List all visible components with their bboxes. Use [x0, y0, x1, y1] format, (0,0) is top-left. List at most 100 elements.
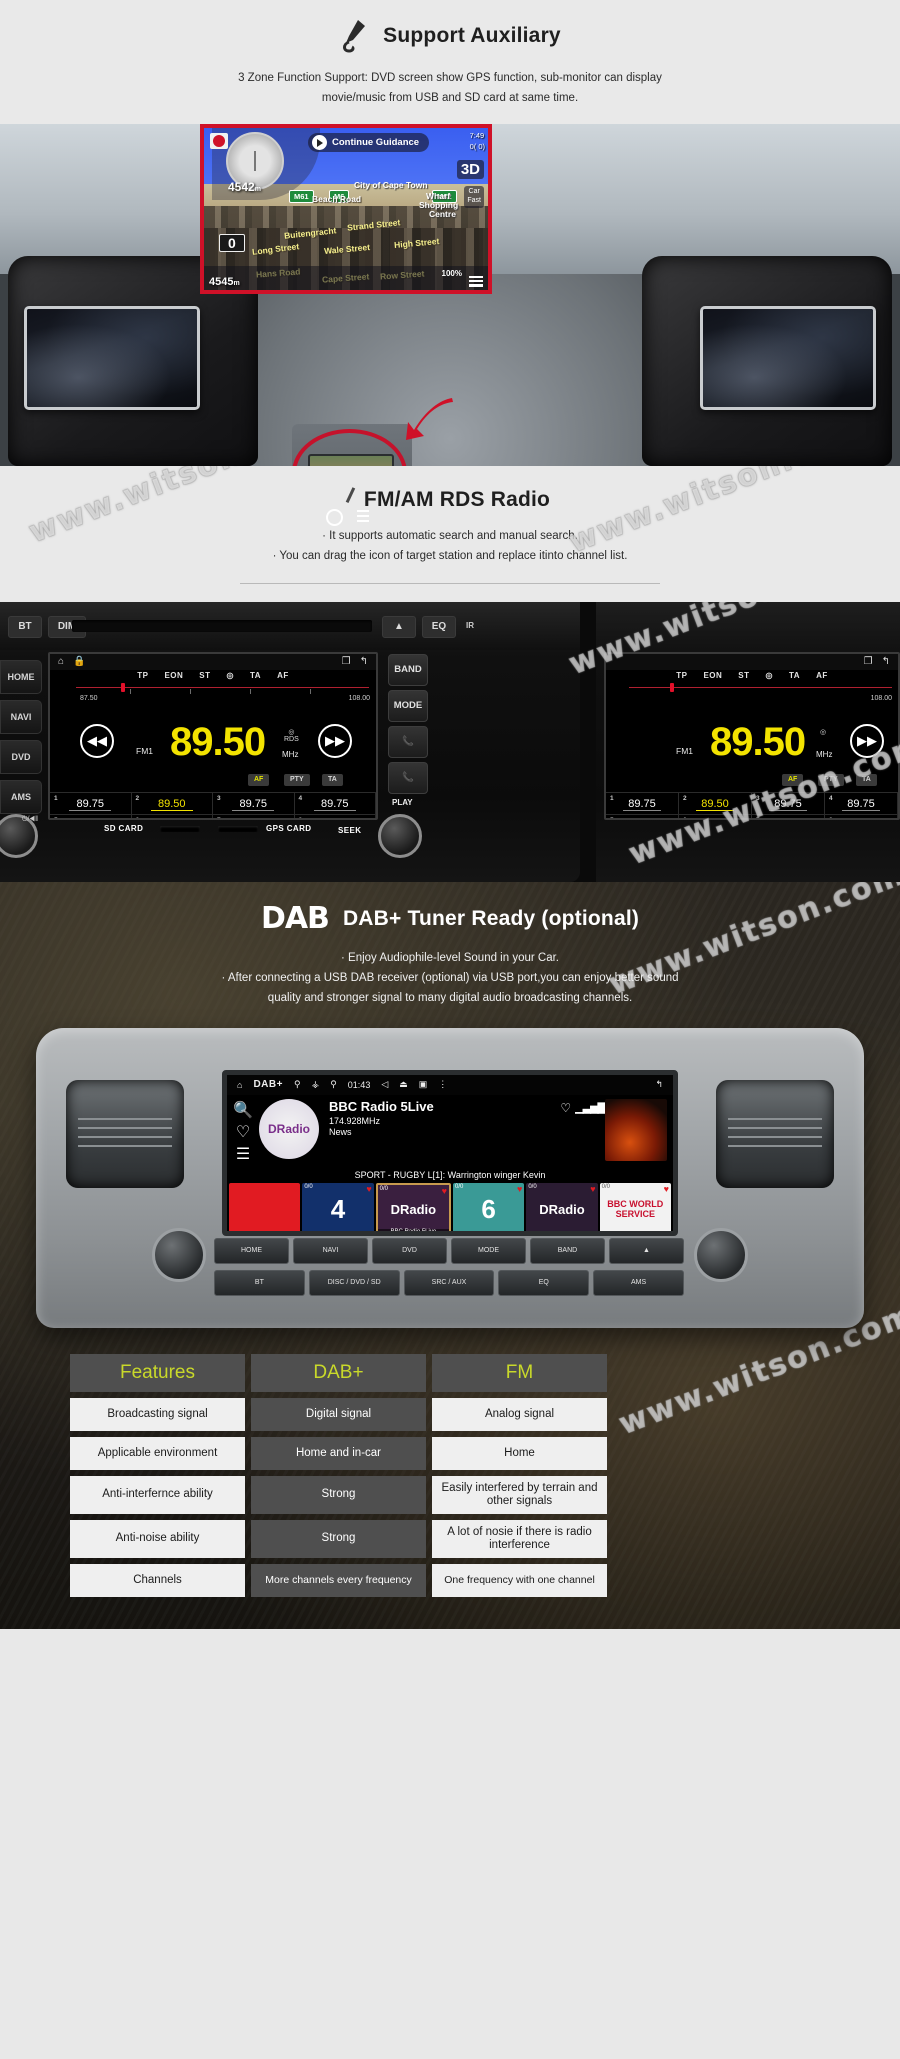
preset-4-b[interactable]: 4 89.75 — [825, 791, 898, 814]
fast-forward-icon[interactable]: ▶▶ — [318, 723, 352, 758]
hw-src-button[interactable]: SRC / AUX — [403, 1269, 495, 1296]
dvd-hw-button[interactable]: DVD — [0, 739, 42, 774]
signal-bars-icon: ▁▃▅▇ — [575, 1101, 606, 1114]
hw-eject-button[interactable]: ▲ — [609, 1237, 684, 1264]
hw-bt-button[interactable]: BT — [214, 1269, 305, 1296]
hw-eq-button[interactable]: EQ — [498, 1269, 590, 1296]
hw-mode-button[interactable]: MODE — [451, 1237, 526, 1264]
dab-tile-2-heart-icon[interactable]: ♥ — [442, 1186, 447, 1196]
preset-1b-value: 89.75 — [628, 797, 656, 810]
volume-knob-left[interactable] — [152, 1227, 206, 1282]
preset-4[interactable]: 4 89.75 — [294, 791, 376, 814]
lock-icon[interactable]: 🔒 — [73, 656, 85, 667]
hw-band-button[interactable]: BAND — [530, 1237, 605, 1264]
poi-label-centre: Centre — [429, 209, 456, 220]
tag-pty[interactable]: PTY — [284, 773, 310, 786]
band-label-2: FM1 — [676, 745, 693, 756]
preset-3-b[interactable]: 3 89.75 — [752, 791, 825, 814]
continue-guidance-button[interactable]: Continue Guidance — [308, 133, 430, 153]
dab-tile-0[interactable]: ♥ B — [229, 1182, 301, 1231]
preset-8[interactable]: 889.75 — [294, 813, 376, 818]
eject-button[interactable]: ▲ — [382, 615, 416, 638]
preset-7[interactable]: 789.75 — [213, 813, 295, 818]
ams-hw-button[interactable]: AMS — [0, 779, 42, 814]
hw-home-button[interactable]: HOME — [214, 1237, 289, 1264]
back-icon-secondary[interactable]: ↰ — [882, 656, 890, 667]
tuning-marker[interactable] — [121, 682, 125, 692]
preset-2[interactable]: 2 89.50 — [131, 791, 213, 814]
recents-icon[interactable]: ❐ — [342, 656, 351, 667]
radio-app-screen-secondary: ❐ ↰ TP EON ST ◎ TA AF 108.00 FM1 89.50 ◎… — [604, 651, 900, 820]
back-icon-dab[interactable]: ↰ — [655, 1079, 663, 1090]
preset-1[interactable]: 1 89.75 — [50, 791, 132, 814]
hw-dvd-button[interactable]: DVD — [372, 1237, 447, 1264]
route-type-button[interactable]: Car Fast — [464, 186, 484, 208]
dab-tile-5-heart-icon[interactable]: ♥ — [664, 1184, 669, 1194]
overflow-icon[interactable]: ⋮ — [438, 1079, 447, 1090]
preset-2-b[interactable]: 2 89.50 — [679, 791, 752, 814]
dab-tile-4-heart-icon[interactable]: ♥ — [590, 1184, 595, 1194]
recents-icon-secondary[interactable]: ❐ — [864, 656, 873, 667]
dab-description: · Enjoy Audiophile-level Sound in your C… — [0, 948, 900, 1008]
preset-3[interactable]: 3 89.75 — [213, 791, 295, 814]
preset-6-b[interactable]: 689.75 — [679, 813, 752, 818]
heart-outline-icon[interactable]: ♡ — [560, 1101, 571, 1115]
comparison-r4-dab: Strong — [251, 1519, 426, 1558]
preset-5[interactable]: 589.75 — [50, 813, 132, 818]
tag-pty-2[interactable]: PTY — [818, 773, 844, 786]
comparison-r3-feature: Anti-interfernce ability — [70, 1475, 245, 1514]
bt-button[interactable]: BT — [8, 615, 42, 638]
preset-7b-num: 7 — [756, 817, 760, 818]
search-icon-dab[interactable]: 🔍 — [233, 1100, 253, 1120]
eq-button[interactable]: EQ — [422, 615, 456, 638]
call-answer-icon[interactable]: 📞 — [388, 725, 428, 758]
comparison-r5-dab: More channels every frequency — [251, 1563, 426, 1597]
eject-icon-dab[interactable]: ⏏ — [399, 1079, 408, 1090]
hw-ams-button[interactable]: AMS — [593, 1269, 684, 1296]
back-icon[interactable]: ↰ — [360, 656, 368, 667]
fast-forward-icon-2[interactable]: ▶▶ — [850, 723, 884, 758]
comparison-row-3: Anti-interfernce ability Strong Easily i… — [70, 1475, 830, 1514]
dab-tile-1[interactable]: 0/0 ♥ 4 BBC Radio 4 — [302, 1182, 374, 1231]
head-unit-secondary: ❐ ↰ TP EON ST ◎ TA AF 108.00 FM1 89.50 ◎… — [596, 601, 900, 882]
tag-ta-2[interactable]: TA — [856, 773, 877, 786]
tag-ta[interactable]: TA — [322, 773, 343, 786]
home-hw-button[interactable]: HOME — [0, 659, 42, 694]
location-icon: ⚲ — [330, 1079, 337, 1090]
tuning-marker-secondary[interactable] — [670, 682, 674, 692]
preset-1-b[interactable]: 1 89.75 — [606, 791, 679, 814]
view-mode-3d-button[interactable]: 3D — [456, 160, 484, 180]
dab-tile-0-heart-icon[interactable]: ♥ — [293, 1184, 298, 1194]
dab-tile-3-heart-icon[interactable]: ♥ — [517, 1184, 522, 1194]
mode-hw-button[interactable]: MODE — [388, 689, 428, 722]
preset-4-value: 89.75 — [320, 797, 349, 810]
dab-tile-4[interactable]: 0/0 ♥ DRadio BBC Radio 7 — [526, 1182, 598, 1231]
dab-logo-icon: DAB — [260, 900, 330, 936]
menu-icon[interactable] — [469, 276, 483, 288]
band-hw-button[interactable]: BAND — [388, 653, 428, 686]
call-end-icon[interactable]: 📞 — [388, 761, 428, 794]
preset-7-b[interactable]: 789.75 — [752, 813, 825, 818]
rewind-icon[interactable]: ◀◀ — [80, 723, 114, 758]
preset-8-b[interactable]: 889.75 — [825, 813, 898, 818]
hw-navi-button[interactable]: NAVI — [293, 1237, 368, 1264]
list-icon-dab[interactable]: ☰ — [236, 1144, 250, 1164]
dab-tile-1-heart-icon[interactable]: ♥ — [366, 1184, 371, 1194]
home-icon[interactable]: ⌂ — [58, 656, 64, 667]
dab-tile-2[interactable]: 0/0 ♥ DRadio BBC Radio 5Live — [375, 1182, 451, 1231]
heart-icon-dab[interactable]: ♡ — [236, 1122, 250, 1142]
mute-icon[interactable]: ◁ — [381, 1079, 388, 1090]
dab-tile-4-logo: DRadio — [539, 1202, 585, 1218]
tag-af[interactable]: AF — [248, 773, 270, 786]
hw-disc-button[interactable]: DISC / DVD / SD — [308, 1269, 400, 1296]
home-icon-dab[interactable]: ⌂ — [237, 1080, 242, 1090]
navi-hw-button[interactable]: NAVI — [0, 699, 42, 734]
preset-5-b[interactable]: 589.75 — [606, 813, 679, 818]
tune-knob-right[interactable] — [694, 1227, 748, 1282]
sd-card-label: SD CARD — [104, 823, 144, 833]
dab-tile-5[interactable]: 0/0 ♥ BBC WORLD SERVICE BBC WorldService — [599, 1182, 671, 1231]
preset-6[interactable]: 689.75 — [131, 813, 213, 818]
dab-tile-3[interactable]: 0/0 ♥ 6 BBC Radio 6Music — [452, 1182, 525, 1231]
tag-af-2[interactable]: AF — [782, 773, 804, 786]
seek-knob[interactable] — [378, 813, 422, 858]
